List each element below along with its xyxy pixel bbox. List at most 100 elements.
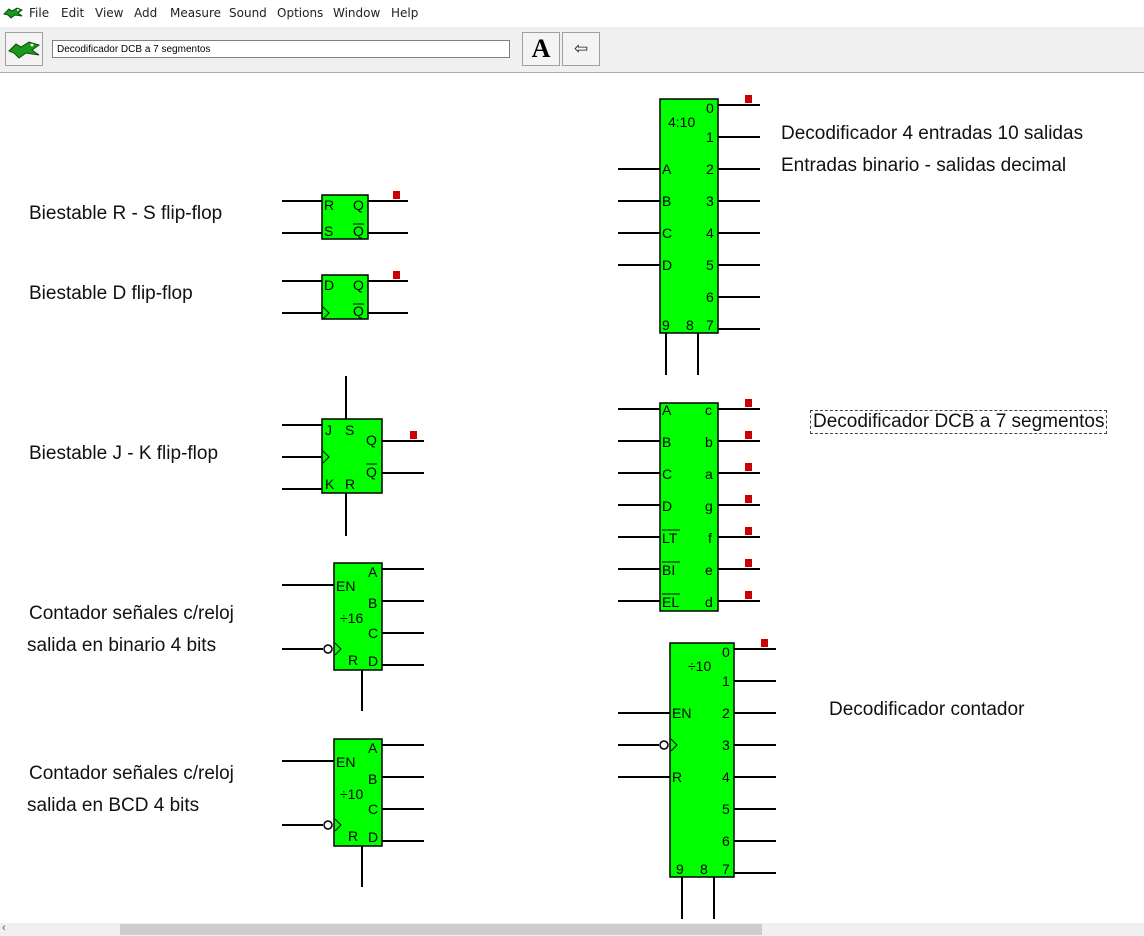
dcb7-led-e xyxy=(745,559,752,567)
decctr-in-en: EN xyxy=(672,705,691,721)
page-title-input[interactable] xyxy=(52,40,510,58)
rs-flipflop[interactable]: R S Q Q xyxy=(282,191,408,240)
jk-flipflop[interactable]: J S K R Q Q xyxy=(282,376,424,536)
dcb7-in-el: EL xyxy=(662,594,679,610)
menu-edit[interactable]: Edit xyxy=(61,6,84,20)
dcb7-led-g xyxy=(745,495,752,503)
jk-pin-k: K xyxy=(325,476,335,492)
label-counter16-line2: salida en binario 4 bits xyxy=(27,635,217,656)
label-dec410-line1: Decodificador 4 entradas 10 salidas xyxy=(781,123,1084,144)
c10-pin-a: A xyxy=(368,740,378,756)
dec410-out-4: 4 xyxy=(706,225,714,241)
font-button[interactable]: A xyxy=(522,32,560,66)
dec410-bottom-8: 8 xyxy=(686,317,694,333)
dcb7-led-b xyxy=(745,431,752,439)
back-arrow-icon: ⇦ xyxy=(573,39,589,59)
d-flipflop[interactable]: D Q Q xyxy=(282,271,408,320)
horizontal-scrollbar[interactable]: ‹ xyxy=(0,922,1144,936)
dcb7-in-b: B xyxy=(662,434,671,450)
decoder-4-10[interactable]: 4:10 A B C D 0 1 2 3 4 5 6 7 9 8 xyxy=(618,95,760,375)
jk-pin-s: S xyxy=(345,422,354,438)
dcb7-in-c: C xyxy=(662,466,672,482)
rs-led xyxy=(393,191,400,199)
menu-add[interactable]: Add xyxy=(134,6,157,20)
d-pin-q: Q xyxy=(353,277,364,293)
counter-div16[interactable]: EN ÷16 R A B C D xyxy=(282,562,424,711)
dcb7-out-e: e xyxy=(705,562,713,578)
label-d-flipflop: Biestable D flip-flop xyxy=(29,283,193,304)
dcb7-in-bi: BI xyxy=(662,562,675,578)
dcb7-out-a: a xyxy=(705,466,713,482)
label-decoder-counter: Decodificador contador xyxy=(829,699,1025,720)
c16-pin-r: R xyxy=(348,652,358,668)
decctr-out-1: 1 xyxy=(722,673,730,689)
dcb7-in-a: A xyxy=(662,402,672,418)
d-pin-qbar: Q xyxy=(353,303,364,319)
label-dec410-line2: Entradas binario - salidas decimal xyxy=(781,155,1067,176)
dcb7-out-c: c xyxy=(705,402,712,418)
label-counter10-line2: salida en BCD 4 bits xyxy=(27,795,200,816)
d-led xyxy=(393,271,400,279)
counter-div10[interactable]: EN ÷10 R A B C D xyxy=(282,738,424,887)
dec410-out-7: 7 xyxy=(706,317,714,333)
decoder-counter[interactable]: ÷10 EN R 0 1 2 3 4 5 6 7 9 8 xyxy=(618,639,776,919)
dec410-out-5: 5 xyxy=(706,257,714,273)
dec410-bottom-9: 9 xyxy=(662,317,670,333)
menu-help[interactable]: Help xyxy=(391,6,418,20)
toolbar: A ⇦ xyxy=(0,27,1144,73)
dcb7-led-f xyxy=(745,527,752,535)
c10-pin-en: EN xyxy=(336,754,355,770)
dec410-out-3: 3 xyxy=(706,193,714,209)
rs-pin-q: Q xyxy=(353,197,364,213)
decctr-out-7: 7 xyxy=(722,861,730,877)
c10-pin-c: C xyxy=(368,801,378,817)
dcb7-out-d: d xyxy=(705,594,713,610)
crocodile-app-icon[interactable] xyxy=(3,4,23,22)
decctr-in-r: R xyxy=(672,769,682,785)
jk-pin-r: R xyxy=(345,476,355,492)
menu-window[interactable]: Window xyxy=(333,6,380,20)
label-rs-flipflop: Biestable R - S flip-flop xyxy=(29,203,223,224)
menu-file[interactable]: File xyxy=(29,6,49,20)
decctr-out-5: 5 xyxy=(722,801,730,817)
dec410-led xyxy=(745,95,752,103)
c16-pin-d: D xyxy=(368,653,378,669)
dcb7-in-lt: LT xyxy=(662,530,678,546)
decctr-out-2: 2 xyxy=(722,705,730,721)
scrollbar-thumb[interactable] xyxy=(120,924,762,935)
label-counter16-line1: Contador señales c/reloj xyxy=(29,603,234,624)
decctr-title: ÷10 xyxy=(688,658,711,674)
decoder-dcb-7seg[interactable]: A B C D LT BI EL c b a g f e d xyxy=(618,399,760,612)
jk-pin-q: Q xyxy=(366,432,377,448)
circuit-canvas: R S Q Q D Q Q J S K R Q Q EN ÷16 R A B C… xyxy=(0,73,1144,923)
dcb7-led-c xyxy=(745,399,752,407)
home-button[interactable] xyxy=(5,32,43,66)
dec410-out-2: 2 xyxy=(706,161,714,177)
dec410-out-0: 0 xyxy=(706,100,714,116)
decctr-bottom-9: 9 xyxy=(676,861,684,877)
rs-pin-r: R xyxy=(324,197,334,213)
menu-sound[interactable]: Sound xyxy=(229,6,267,20)
menu-measure[interactable]: Measure xyxy=(170,6,221,20)
jk-pin-qbar: Q xyxy=(366,464,377,480)
crocodile-icon xyxy=(8,41,41,59)
dcb7-out-f: f xyxy=(708,530,712,546)
label-dcb7-selected[interactable]: Decodificador DCB a 7 segmentos xyxy=(810,410,1108,434)
dcb7-out-b: b xyxy=(705,434,713,450)
back-button[interactable]: ⇦ xyxy=(562,32,600,66)
label-jk-flipflop: Biestable J - K flip-flop xyxy=(29,443,219,464)
decctr-out-4: 4 xyxy=(722,769,730,785)
c16-pin-a: A xyxy=(368,564,378,580)
c10-title: ÷10 xyxy=(340,786,363,802)
rs-pin-qbar: Q xyxy=(353,223,364,239)
c16-pin-c: C xyxy=(368,625,378,641)
dec410-in-a: A xyxy=(662,161,672,177)
dec410-out-1: 1 xyxy=(706,129,714,145)
label-counter10-line1: Contador señales c/reloj xyxy=(29,763,234,784)
decctr-led xyxy=(761,639,768,647)
decctr-out-3: 3 xyxy=(722,737,730,753)
menu-options[interactable]: Options xyxy=(277,6,323,20)
menu-bar: File Edit View Add Measure Sound Options… xyxy=(0,0,1144,28)
menu-view[interactable]: View xyxy=(95,6,123,20)
scroll-left-icon[interactable]: ‹ xyxy=(2,922,6,934)
